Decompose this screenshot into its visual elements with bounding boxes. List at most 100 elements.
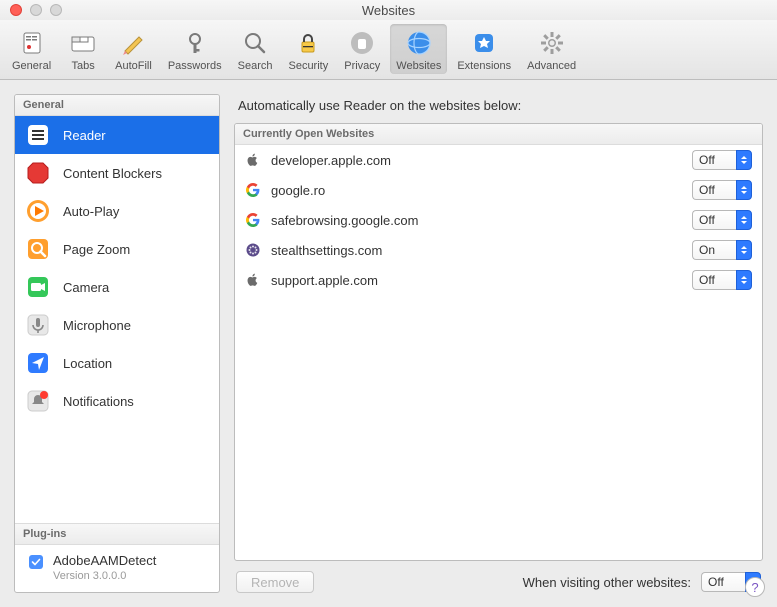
plugin-row[interactable]: AdobeAAMDetect Version 3.0.0.0 bbox=[23, 553, 211, 582]
sidebar-item-label: Auto-Play bbox=[63, 204, 119, 219]
other-websites-label: When visiting other websites: bbox=[324, 575, 691, 590]
popup-arrows-icon bbox=[736, 240, 752, 260]
reader-mode-value: Off bbox=[692, 180, 736, 200]
plugin-version: Version 3.0.0.0 bbox=[53, 570, 156, 582]
list-header: Currently Open Websites bbox=[235, 124, 762, 145]
favicon-apple-icon bbox=[245, 152, 261, 168]
websites-list: Currently Open Websites developer.apple.… bbox=[234, 123, 763, 561]
window-title: Websites bbox=[0, 3, 777, 18]
main-panel: Automatically use Reader on the websites… bbox=[234, 94, 763, 593]
tabs-icon bbox=[68, 28, 98, 58]
toolbar-passwords[interactable]: Passwords bbox=[162, 24, 228, 74]
advanced-icon bbox=[537, 28, 567, 58]
reader-mode-popup[interactable]: Off bbox=[692, 150, 752, 170]
reader-mode-popup[interactable]: Off bbox=[692, 270, 752, 290]
toolbar-autofill[interactable]: AutoFill bbox=[109, 24, 158, 74]
content-blockers-icon bbox=[25, 160, 51, 186]
toolbar-security[interactable]: Security bbox=[282, 24, 334, 74]
sidebar-item-microphone[interactable]: Microphone bbox=[15, 306, 219, 344]
popup-arrows-icon bbox=[736, 180, 752, 200]
sidebar-item-reader[interactable]: Reader bbox=[15, 116, 219, 154]
reader-mode-popup[interactable]: On bbox=[692, 240, 752, 260]
sidebar-item-label: Content Blockers bbox=[63, 166, 162, 181]
website-domain: support.apple.com bbox=[271, 273, 682, 288]
sidebar-item-location[interactable]: Location bbox=[15, 344, 219, 382]
page-zoom-icon bbox=[25, 236, 51, 262]
titlebar: Websites bbox=[0, 0, 777, 20]
toolbar-label: Privacy bbox=[344, 60, 380, 72]
toolbar-extensions[interactable]: Extensions bbox=[451, 24, 517, 74]
reader-mode-popup[interactable]: Off bbox=[692, 210, 752, 230]
popup-arrows-icon bbox=[736, 150, 752, 170]
privacy-icon bbox=[347, 28, 377, 58]
website-domain: stealthsettings.com bbox=[271, 243, 682, 258]
plugin-name: AdobeAAMDetect bbox=[53, 553, 156, 568]
sidebar: General Reader Content Blockers Auto-Play P… bbox=[14, 94, 220, 593]
favicon-stealth-icon bbox=[245, 242, 261, 258]
sidebar-group-plugins: Plug-ins bbox=[15, 523, 219, 545]
toolbar-search[interactable]: Search bbox=[232, 24, 279, 74]
sidebar-item-label: Page Zoom bbox=[63, 242, 130, 257]
toolbar-privacy[interactable]: Privacy bbox=[338, 24, 386, 74]
sidebar-item-label: Camera bbox=[63, 280, 109, 295]
sidebar-item-label: Notifications bbox=[63, 394, 134, 409]
website-row[interactable]: stealthsettings.com On bbox=[235, 235, 762, 265]
extensions-icon bbox=[469, 28, 499, 58]
content: General Reader Content Blockers Auto-Play P… bbox=[0, 80, 777, 607]
other-websites-value: Off bbox=[701, 572, 745, 592]
favicon-apple-icon bbox=[245, 272, 261, 288]
auto-play-icon bbox=[25, 198, 51, 224]
sidebar-item-label: Microphone bbox=[63, 318, 131, 333]
remove-button[interactable]: Remove bbox=[236, 571, 314, 593]
toolbar-label: AutoFill bbox=[115, 60, 152, 72]
website-domain: safebrowsing.google.com bbox=[271, 213, 682, 228]
sidebar-item-camera[interactable]: Camera bbox=[15, 268, 219, 306]
toolbar-advanced[interactable]: Advanced bbox=[521, 24, 582, 74]
reader-icon bbox=[25, 122, 51, 148]
popup-arrows-icon bbox=[736, 210, 752, 230]
plugin-checkbox[interactable] bbox=[29, 555, 43, 569]
reader-mode-value: Off bbox=[692, 270, 736, 290]
toolbar-label: Security bbox=[288, 60, 328, 72]
microphone-icon bbox=[25, 312, 51, 338]
toolbar-label: Websites bbox=[396, 60, 441, 72]
toolbar-label: General bbox=[12, 60, 51, 72]
location-icon bbox=[25, 350, 51, 376]
general-icon bbox=[17, 28, 47, 58]
websites-icon bbox=[404, 28, 434, 58]
reader-mode-popup[interactable]: Off bbox=[692, 180, 752, 200]
passwords-icon bbox=[180, 28, 210, 58]
website-row[interactable]: google.ro Off bbox=[235, 175, 762, 205]
sidebar-item-page-zoom[interactable]: Page Zoom bbox=[15, 230, 219, 268]
reader-mode-value: Off bbox=[692, 210, 736, 230]
search-icon bbox=[240, 28, 270, 58]
toolbar-label: Advanced bbox=[527, 60, 576, 72]
toolbar-label: Search bbox=[238, 60, 273, 72]
sidebar-item-content-blockers[interactable]: Content Blockers bbox=[15, 154, 219, 192]
toolbar-label: Passwords bbox=[168, 60, 222, 72]
website-row[interactable]: safebrowsing.google.com Off bbox=[235, 205, 762, 235]
toolbar-websites[interactable]: Websites bbox=[390, 24, 447, 74]
website-row[interactable]: developer.apple.com Off bbox=[235, 145, 762, 175]
reader-mode-value: On bbox=[692, 240, 736, 260]
website-row[interactable]: support.apple.com Off bbox=[235, 265, 762, 295]
notifications-icon bbox=[25, 388, 51, 414]
instruction-label: Automatically use Reader on the websites… bbox=[234, 94, 763, 113]
help-button[interactable]: ? bbox=[745, 577, 765, 597]
toolbar-tabs[interactable]: Tabs bbox=[61, 24, 105, 74]
toolbar-label: Extensions bbox=[457, 60, 511, 72]
sidebar-item-label: Location bbox=[63, 356, 112, 371]
website-domain: google.ro bbox=[271, 183, 682, 198]
popup-arrows-icon bbox=[736, 270, 752, 290]
preferences-toolbar: General Tabs AutoFill Passwords Search Securi… bbox=[0, 20, 777, 80]
favicon-google-icon bbox=[245, 182, 261, 198]
sidebar-item-label: Reader bbox=[63, 128, 106, 143]
sidebar-item-notifications[interactable]: Notifications bbox=[15, 382, 219, 420]
autofill-icon bbox=[118, 28, 148, 58]
sidebar-group-general: General bbox=[15, 95, 219, 116]
toolbar-general[interactable]: General bbox=[6, 24, 57, 74]
sidebar-item-auto-play[interactable]: Auto-Play bbox=[15, 192, 219, 230]
favicon-google-icon bbox=[245, 212, 261, 228]
reader-mode-value: Off bbox=[692, 150, 736, 170]
bottom-bar: Remove When visiting other websites: Off bbox=[234, 571, 763, 593]
